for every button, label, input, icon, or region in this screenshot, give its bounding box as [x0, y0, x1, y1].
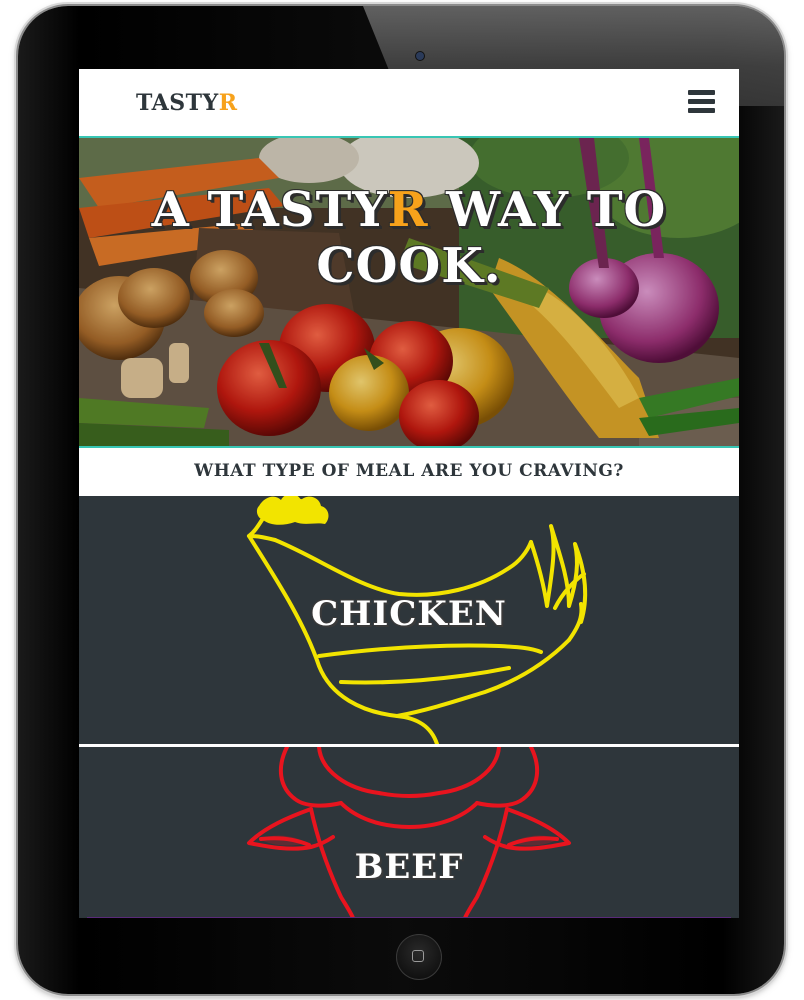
hero-title-part1: A TASTY [151, 182, 388, 238]
tablet-screen: TASTYR A TASTYR WAY TO COOK. WHAT TYPE O… [79, 69, 739, 918]
home-button[interactable] [396, 934, 442, 980]
bottom-strip [87, 917, 731, 918]
meal-card-chicken[interactable]: CHICKEN [79, 496, 739, 744]
meal-card-beef[interactable]: BEEF [79, 747, 739, 918]
bull-icon [247, 747, 571, 918]
navbar: TASTYR [79, 69, 739, 138]
meal-label-beef: BEEF [354, 847, 464, 887]
hero-title: A TASTYR WAY TO COOK. [79, 182, 739, 294]
hero-banner: A TASTYR WAY TO COOK. [79, 138, 739, 448]
front-camera [416, 52, 424, 60]
meal-prompt: WHAT TYPE OF MEAL ARE YOU CRAVING? [79, 448, 739, 496]
brand-logo[interactable]: TASTYR [136, 90, 238, 116]
meal-label-chicken: CHICKEN [311, 594, 507, 634]
brand-accent-letter: R [218, 90, 238, 116]
home-button-icon [412, 950, 424, 962]
hamburger-icon[interactable] [688, 90, 715, 115]
brand-name: TASTY [136, 90, 219, 116]
hero-title-accent: R [387, 182, 429, 238]
